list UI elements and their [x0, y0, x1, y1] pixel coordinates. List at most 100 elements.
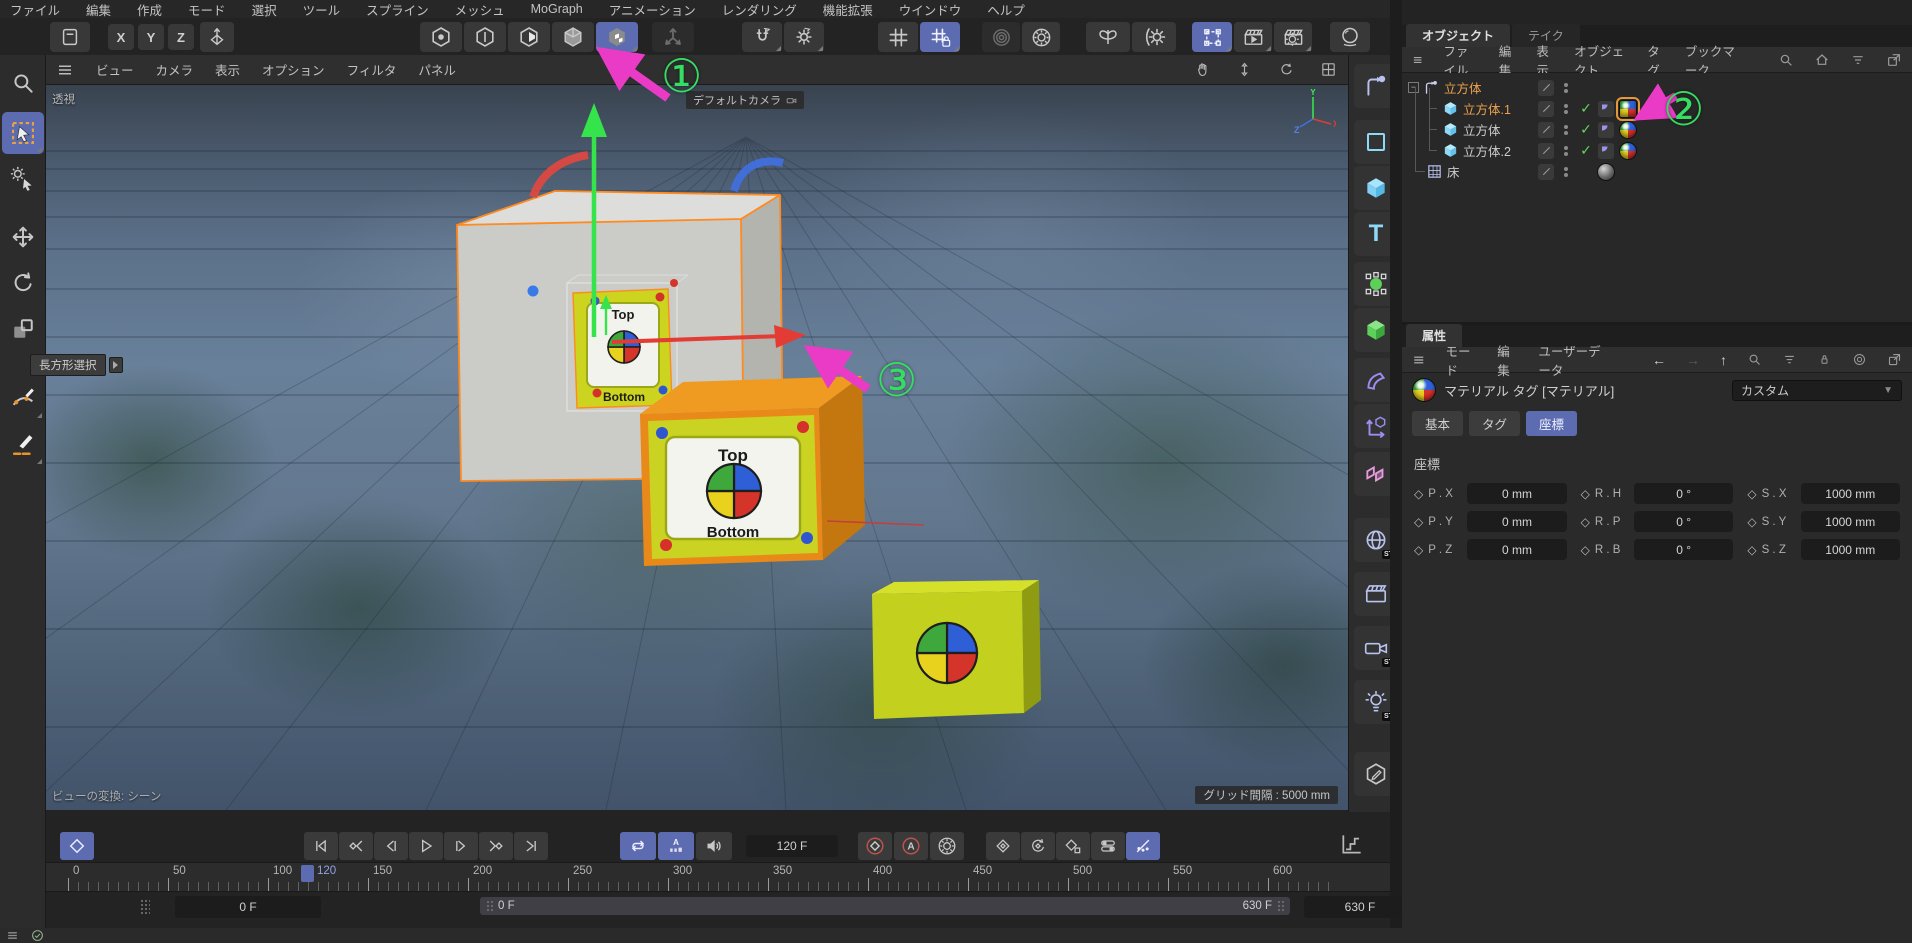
next-frame-button[interactable]	[444, 832, 478, 860]
attr-target-button[interactable]	[1852, 352, 1867, 367]
goto-end-button[interactable]	[514, 832, 548, 860]
om-popout-button[interactable]	[1886, 52, 1902, 68]
keyframe-diamond-icon[interactable]: ◇	[1581, 543, 1590, 557]
symmetry-button[interactable]	[1086, 22, 1130, 52]
play-button[interactable]	[409, 832, 443, 860]
field-input[interactable]: 1000 mm	[1801, 539, 1900, 560]
field-input[interactable]: 0 mm	[1467, 483, 1566, 504]
keyframe-diamond-button[interactable]	[60, 832, 94, 860]
toggle-views-button[interactable]	[1318, 60, 1338, 80]
object-label[interactable]: 立方体	[1463, 120, 1501, 139]
vp-menu-display[interactable]: 表示	[215, 60, 240, 79]
object-label[interactable]: 床	[1447, 162, 1460, 181]
keyframe-diamond-icon[interactable]: ◇	[1414, 515, 1423, 529]
symmetry-settings-button[interactable]	[1132, 22, 1176, 52]
keyframe-diamond-icon[interactable]: ◇	[1747, 515, 1756, 529]
prev-frame-button[interactable]	[374, 832, 408, 860]
vp-menu-panel[interactable]: パネル	[418, 60, 456, 79]
lock-z-axis-button[interactable]: Z	[168, 24, 194, 50]
menu-rendering[interactable]: レンダリング	[722, 0, 797, 19]
active-tool-popup[interactable]: 長方形選択	[30, 354, 123, 376]
field-input[interactable]: 1000 mm	[1801, 483, 1900, 504]
polygons-mode-button[interactable]	[508, 22, 550, 52]
enable-snap-button[interactable]	[742, 22, 782, 52]
enabled-check-icon[interactable]: ✓	[1576, 142, 1596, 159]
grid-toggle-button[interactable]	[878, 22, 918, 52]
preset-dropdown[interactable]: カスタム ▼	[1732, 380, 1902, 401]
pan-view-button[interactable]	[1192, 60, 1212, 80]
lock-x-axis-button[interactable]: X	[108, 24, 134, 50]
tree-row-floor[interactable]: 床	[1408, 161, 1912, 182]
tree-row-parent-cube[interactable]: − 立方体	[1408, 77, 1912, 98]
object-label[interactable]: 立方体	[1444, 78, 1482, 97]
field-input[interactable]: 0 mm	[1467, 539, 1566, 560]
menu-mesh[interactable]: メッシュ	[455, 0, 505, 19]
keyframe-diamond-icon[interactable]: ◇	[1747, 543, 1756, 557]
attr-back-button[interactable]: ←	[1652, 352, 1666, 368]
range-grip[interactable]	[140, 899, 150, 915]
menu-animation[interactable]: アニメーション	[609, 0, 696, 19]
axis-mode-button[interactable]	[652, 22, 694, 52]
sketch-tool-button[interactable]	[2, 424, 44, 466]
visibility-dots[interactable]	[1556, 81, 1576, 95]
menu-extensions[interactable]: 機能拡張	[823, 0, 873, 19]
layer-chip[interactable]	[1538, 80, 1554, 96]
tool-options-button[interactable]	[2, 158, 44, 200]
key-position-button[interactable]	[986, 832, 1020, 860]
menu-mograph[interactable]: MoGraph	[531, 2, 583, 16]
scale-tool-button[interactable]	[2, 308, 44, 350]
loop-playback-button[interactable]	[620, 832, 656, 860]
new-material-button[interactable]	[1330, 22, 1370, 52]
zoom-view-button[interactable]	[1234, 60, 1254, 80]
attr-menu-mode[interactable]: モード	[1446, 341, 1478, 379]
spline-pen-tool-button[interactable]	[2, 378, 44, 420]
layer-chip[interactable]	[1538, 122, 1554, 138]
keying-settings-button[interactable]	[930, 832, 964, 860]
tree-row-cube-1[interactable]: 立方体.1 ✓	[1408, 98, 1912, 119]
tree-row-cube-2[interactable]: 立方体 ✓	[1408, 119, 1912, 140]
tab-coordinates[interactable]: 座標	[1526, 411, 1577, 436]
rotate-view-button[interactable]	[1276, 60, 1296, 80]
attr-up-button[interactable]: ↑	[1720, 352, 1727, 368]
model-mode-button[interactable]	[552, 22, 594, 52]
workplane-settings-button[interactable]	[1022, 22, 1060, 52]
field-input[interactable]: 0 mm	[1467, 511, 1566, 532]
object-label[interactable]: 立方体.2	[1463, 141, 1511, 160]
menu-create[interactable]: 作成	[137, 0, 162, 19]
edges-mode-button[interactable]	[464, 22, 506, 52]
visibility-dots[interactable]	[1556, 144, 1576, 158]
range-start-field[interactable]: 0 F	[175, 896, 321, 918]
playhead[interactable]	[301, 865, 314, 882]
texture-mode-button[interactable]	[596, 22, 638, 52]
attr-filter-button[interactable]	[1782, 352, 1797, 367]
field-input[interactable]: 0 °	[1634, 539, 1733, 560]
render-settings-button[interactable]	[1274, 22, 1312, 52]
vp-menu-filter[interactable]: フィルタ	[347, 60, 397, 79]
expander-icon[interactable]: −	[1408, 82, 1419, 93]
viewport-canvas[interactable]: Top Bottom	[46, 85, 1348, 810]
coordinates-section-title[interactable]: 座標	[1414, 454, 1900, 473]
timeline-scrollbar[interactable]: 0 F 630 F	[480, 897, 1290, 915]
scrollbar-left-grip[interactable]	[486, 900, 493, 912]
attr-burger-icon[interactable]	[1412, 352, 1426, 368]
enabled-check-icon[interactable]: ✓	[1576, 100, 1596, 117]
object-label[interactable]: 立方体.1	[1463, 99, 1511, 118]
layer-chip[interactable]	[1538, 164, 1554, 180]
enabled-check-icon[interactable]: ✓	[1576, 121, 1596, 138]
material-tag[interactable]	[1619, 121, 1637, 139]
floor-material-tag[interactable]	[1597, 163, 1615, 181]
rotate-tool-button[interactable]	[2, 262, 44, 304]
menu-tools[interactable]: ツール	[303, 0, 341, 19]
key-parameter-button[interactable]	[1091, 832, 1125, 860]
viewport-burger-icon[interactable]	[56, 61, 74, 79]
keyframe-diamond-icon[interactable]: ◇	[1414, 543, 1423, 557]
tab-basic[interactable]: 基本	[1412, 411, 1463, 436]
visibility-dots[interactable]	[1556, 102, 1576, 116]
camera-name-chip[interactable]: デフォルトカメラ	[686, 91, 804, 109]
workplane-button[interactable]	[982, 22, 1020, 52]
tree-row-cube-3[interactable]: 立方体.2 ✓	[1408, 140, 1912, 161]
scrollbar-right-grip[interactable]	[1277, 900, 1284, 912]
menu-file[interactable]: ファイル	[10, 0, 60, 19]
om-home-button[interactable]	[1814, 52, 1830, 68]
om-filter-button[interactable]	[1850, 52, 1866, 68]
